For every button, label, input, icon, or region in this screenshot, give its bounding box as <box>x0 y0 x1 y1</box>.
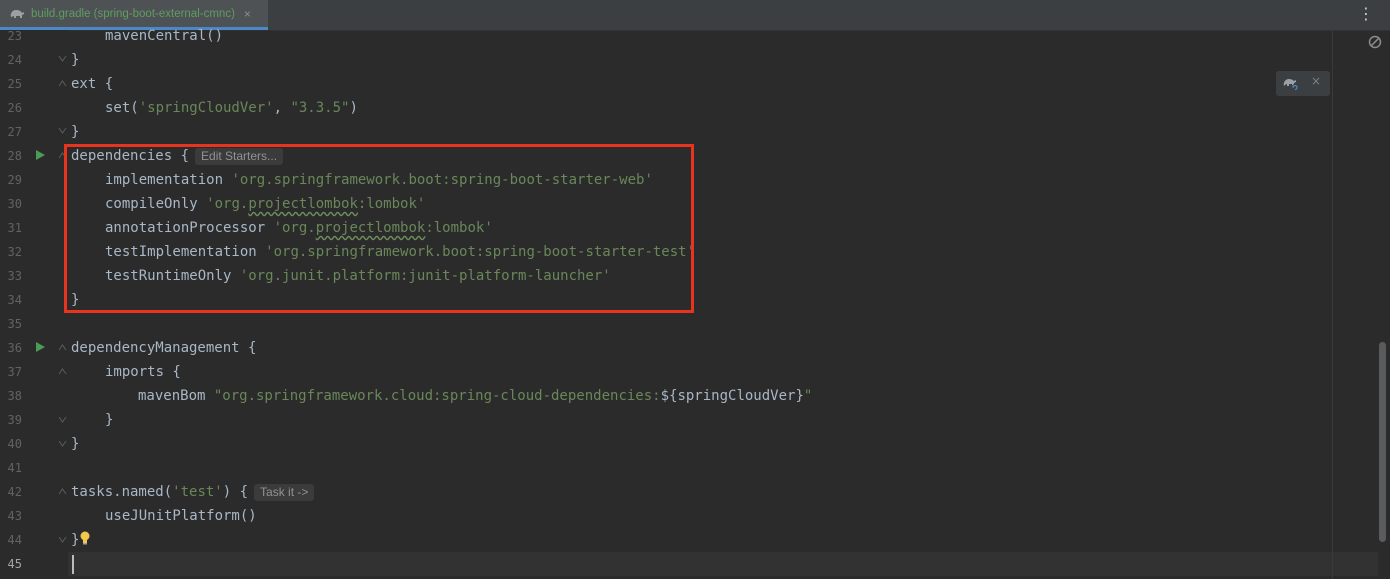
line-number: 43 <box>7 509 22 523</box>
run-gutter-icon[interactable] <box>34 149 46 161</box>
right-margin-guide <box>1332 30 1333 579</box>
tab-title: build.gradle (spring-boot-external-cmnc) <box>31 7 235 20</box>
gradle-reload-icon[interactable] <box>1282 75 1300 92</box>
popup-close-icon[interactable]: × <box>1311 74 1321 88</box>
fold-marker-icon[interactable] <box>58 439 67 448</box>
current-line-highlight <box>68 552 1378 576</box>
line-number: 39 <box>7 413 22 427</box>
line-number: 38 <box>7 389 22 403</box>
fold-marker-icon[interactable] <box>58 79 67 88</box>
dependencies-highlight-box <box>64 144 694 313</box>
line-number: 37 <box>7 365 22 379</box>
code-line: mavenBom "org.springframework.cloud:spri… <box>138 388 813 404</box>
line-number: 42 <box>7 485 22 499</box>
fold-marker-icon[interactable] <box>58 54 67 63</box>
code-line: } <box>105 412 114 428</box>
code-line: set('springCloudVer', "3.3.5") <box>105 100 358 116</box>
line-number: 23 <box>7 29 22 43</box>
fold-marker-icon[interactable] <box>58 343 67 352</box>
line-number: 24 <box>7 53 22 67</box>
gradle-elephant-icon <box>9 7 25 21</box>
line-number: 33 <box>7 269 22 283</box>
line-number: 32 <box>7 245 22 259</box>
task-it-hint[interactable]: Task it -> <box>254 484 315 501</box>
vertical-scrollbar[interactable] <box>1379 342 1386 542</box>
line-number: 27 <box>7 125 22 139</box>
code-line: dependencyManagement { <box>71 340 257 356</box>
text-caret <box>72 555 74 574</box>
no-problems-icon[interactable] <box>1368 35 1382 49</box>
fold-marker-icon[interactable] <box>58 535 67 544</box>
line-number: 25 <box>7 77 22 91</box>
code-line: mavenCentral() <box>105 28 224 44</box>
fold-marker-icon[interactable] <box>58 367 67 376</box>
code-line: } <box>71 124 80 140</box>
tab-menu-icon[interactable]: ⋮ <box>1358 5 1374 23</box>
code-line: } <box>71 52 80 68</box>
code-line: tasks.named('test') {Task it -> <box>71 480 315 504</box>
fold-marker-icon[interactable] <box>58 415 67 424</box>
lightbulb-icon[interactable] <box>79 531 91 545</box>
code-line: } <box>71 436 80 452</box>
gradle-reload-popup: × <box>1276 71 1330 96</box>
line-number: 31 <box>7 221 22 235</box>
run-gutter-icon[interactable] <box>34 341 46 353</box>
code-line: ext { <box>71 76 114 92</box>
line-number: 29 <box>7 173 22 187</box>
line-number: 44 <box>7 533 22 547</box>
line-number: 41 <box>7 461 22 475</box>
line-number: 36 <box>7 341 22 355</box>
code-line: imports { <box>105 364 181 380</box>
line-number: 30 <box>7 197 22 211</box>
line-number: 28 <box>7 149 22 163</box>
line-number: 26 <box>7 101 22 115</box>
tab-close-icon[interactable]: × <box>244 7 251 21</box>
line-number: 40 <box>7 437 22 451</box>
line-number: 45 <box>7 557 22 571</box>
line-number: 35 <box>7 317 22 331</box>
line-number: 34 <box>7 293 22 307</box>
fold-marker-icon[interactable] <box>58 487 67 496</box>
fold-marker-icon[interactable] <box>58 126 67 135</box>
code-line: useJUnitPlatform() <box>105 508 257 524</box>
